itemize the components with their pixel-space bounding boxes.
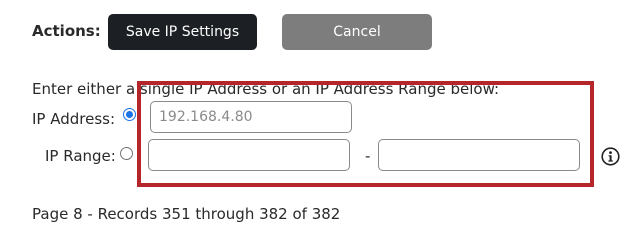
highlight-annotation-box — [137, 81, 594, 187]
ip-address-label: IP Address: — [32, 110, 116, 128]
ip-address-radio[interactable] — [123, 108, 136, 121]
ip-range-radio[interactable] — [120, 147, 133, 160]
paging-info: Page 8 - Records 351 through 382 of 382 — [32, 205, 341, 223]
ip-range-label: IP Range: — [45, 147, 116, 165]
info-icon[interactable] — [601, 147, 620, 166]
save-ip-settings-button[interactable]: Save IP Settings — [108, 14, 257, 50]
actions-label: Actions: — [32, 22, 101, 40]
cancel-button[interactable]: Cancel — [282, 14, 432, 50]
